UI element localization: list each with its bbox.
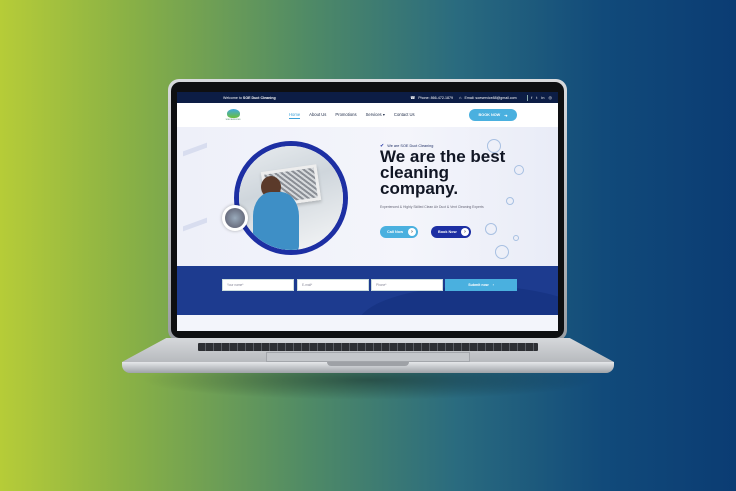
submit-button[interactable]: Submit now › — [445, 279, 517, 291]
laptop-bezel: Welcome to SOE Duct Cleaning ☎ Phone: 86… — [171, 82, 564, 338]
website-screen: Welcome to SOE Duct Cleaning ☎ Phone: 86… — [177, 92, 558, 331]
call-now-button[interactable]: Call Now › — [380, 226, 418, 238]
decorative-stripe — [183, 217, 207, 232]
hero-subtext: Experienced & Highly Skilled Clean Air D… — [380, 205, 484, 209]
phone-field[interactable]: Phone* — [371, 279, 443, 291]
hero-image-frame — [234, 141, 348, 255]
twitter-icon[interactable]: t — [536, 95, 537, 100]
social-links: f t in ◎ — [531, 95, 552, 100]
lid-notch — [327, 362, 409, 366]
hero-photo — [239, 146, 343, 250]
home-icon: ⌂ — [459, 95, 462, 100]
badge-photo — [225, 208, 245, 228]
main-navigation: SOE SERVICES Home About Us Promotions Se… — [177, 103, 558, 127]
laptop-base — [122, 338, 614, 373]
instagram-icon[interactable]: ◎ — [549, 95, 553, 100]
facebook-icon[interactable]: f — [531, 95, 532, 100]
bubble-decoration — [487, 139, 501, 153]
bubble-decoration — [506, 197, 514, 205]
bubble-decoration — [514, 165, 524, 175]
trackpad — [266, 352, 470, 362]
small-photo-badge — [222, 205, 248, 231]
hero-headline: We are the best cleaning company. — [380, 147, 506, 198]
nav-item-contact[interactable]: Contact Us — [394, 112, 415, 119]
bubble-decoration — [513, 235, 519, 241]
divider — [526, 94, 528, 101]
arrow-right-icon: › — [492, 283, 494, 287]
nav-item-home[interactable]: Home — [289, 112, 301, 119]
bubble-decoration — [485, 223, 497, 235]
nav-item-about[interactable]: About Us — [309, 112, 326, 119]
name-field[interactable]: Your name* — [222, 279, 294, 291]
logo-mark-icon — [226, 109, 240, 118]
technician-image — [253, 192, 299, 250]
email-field[interactable]: E-mail* — [297, 279, 369, 291]
book-now-button[interactable]: BOOK NOW ➔ — [469, 109, 517, 121]
phone-contact[interactable]: ☎ Phone: 866-472-1879 — [410, 95, 453, 100]
nav-item-promotions[interactable]: Promotions — [335, 112, 356, 119]
linkedin-icon[interactable]: in — [541, 95, 544, 100]
arrow-circle-icon: › — [408, 228, 416, 236]
hero-section: ✔ We are SOE Duct Cleaning We are the be… — [177, 127, 558, 266]
welcome-text: Welcome to SOE Duct Cleaning — [223, 95, 276, 100]
laptop-lid: Welcome to SOE Duct Cleaning ☎ Phone: 86… — [168, 79, 567, 341]
email-contact[interactable]: ⌂ Email: soeservice88@gmail.com — [459, 95, 517, 100]
logo-text: SOE SERVICES — [225, 119, 241, 121]
bubble-decoration — [495, 245, 509, 259]
quote-form: Your name* E-mail* Phone* Submit now › — [177, 266, 558, 315]
arrow-circle-icon: › — [461, 228, 469, 236]
nav-menu: Home About Us Promotions Services ▾ Cont… — [289, 112, 415, 119]
welcome-brand: SOE Duct Cleaning — [242, 95, 276, 100]
top-info-bar: Welcome to SOE Duct Cleaning ☎ Phone: 86… — [177, 92, 558, 103]
hero-book-now-button[interactable]: Book Now › — [431, 226, 471, 238]
keyboard — [198, 343, 538, 351]
decorative-stripe — [183, 142, 207, 157]
site-logo[interactable]: SOE SERVICES — [223, 107, 243, 123]
arrow-right-icon: ➔ — [504, 113, 508, 118]
phone-icon: ☎ — [410, 95, 416, 100]
nav-item-services[interactable]: Services ▾ — [366, 112, 385, 119]
